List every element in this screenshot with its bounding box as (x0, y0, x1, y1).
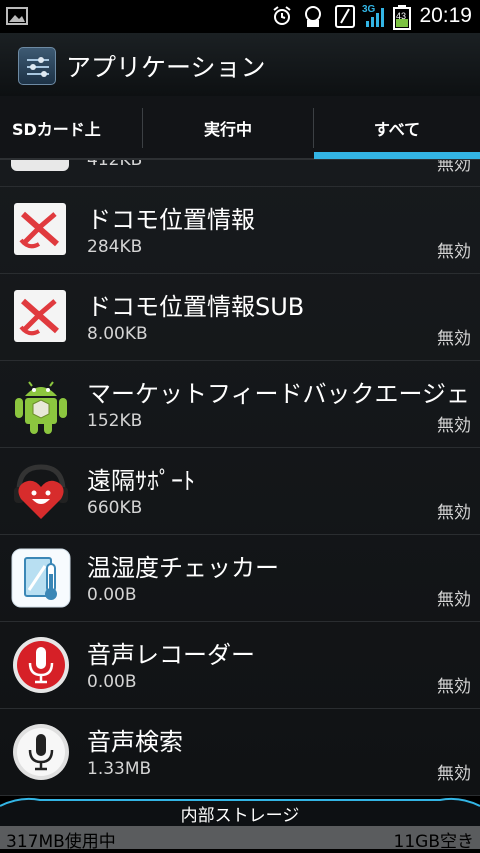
list-item[interactable]: ドコモ位置情報SUB 8.00KB 無効 (0, 274, 480, 361)
list-item[interactable]: 412KB 無効 (0, 160, 480, 187)
settings-sliders-icon[interactable] (18, 47, 56, 85)
app-name: マーケットフィードバックエージェ (87, 380, 470, 408)
voice-search-icon (11, 722, 71, 782)
app-size: 8.00KB (87, 324, 148, 344)
list-item[interactable]: マーケットフィードバックエージェ 152KB 無効 (0, 361, 480, 448)
tab-running[interactable]: 実行中 (143, 96, 313, 160)
list-item[interactable]: ドコモ位置情報 284KB 無効 (0, 187, 480, 274)
notification-icon (305, 6, 321, 27)
tab-sd-card[interactable]: SDカード上 (0, 96, 142, 160)
app-size: 284KB (87, 237, 143, 257)
app-status: 無効 (437, 764, 471, 784)
app-size: 412KB (87, 160, 143, 170)
list-item[interactable]: 音声レコーダー 0.00B 無効 (0, 622, 480, 709)
storage-free: 11GB空き (393, 832, 474, 852)
app-status: 無効 (437, 416, 471, 436)
remote-support-icon (11, 461, 71, 521)
app-name: ドコモ位置情報 (87, 206, 255, 234)
page-title: アプリケーション (66, 53, 266, 82)
app-size: 0.00B (87, 585, 137, 605)
app-name: 遠隔ｻﾎﾟｰﾄ (87, 467, 195, 495)
alarm-icon (273, 6, 291, 25)
storage-used: 317MB使用中 (6, 832, 116, 852)
app-name: 音声検索 (87, 728, 183, 756)
tab-all[interactable]: すべて (314, 96, 480, 160)
app-size: 0.00B (87, 672, 137, 692)
app-size: 1.33MB (87, 759, 152, 779)
app-status: 無効 (437, 329, 471, 349)
nfc-icon (335, 5, 355, 28)
app-name: ドコモ位置情報SUB (87, 293, 305, 321)
storage-label: 内部ストレージ (180, 806, 300, 826)
action-bar: アプリケーション (0, 33, 480, 96)
app-list[interactable]: 412KB 無効 ドコモ位置情報 284KB 無効 ドコモ位置情報SUB 8.0… (0, 160, 480, 796)
image-icon (6, 7, 28, 25)
app-status: 無効 (437, 160, 471, 175)
list-item[interactable]: 遠隔ｻﾎﾟｰﾄ 660KB 無効 (0, 448, 480, 535)
android-market-icon (11, 374, 71, 434)
app-status: 無効 (437, 677, 471, 697)
list-item[interactable]: 温湿度チェッカー 0.00B 無効 (0, 535, 480, 622)
status-bar: 3G 43 20:19 (0, 0, 480, 33)
thermometer-icon (11, 548, 71, 608)
list-item[interactable]: 音声検索 1.33MB 無効 (0, 709, 480, 796)
clock: 20:19 (419, 4, 472, 27)
signal-icon (366, 8, 384, 27)
app-size: 152KB (87, 411, 143, 431)
docomo-location-icon (11, 287, 71, 347)
partial-app-icon (11, 160, 71, 173)
storage-panel: 内部ストレージ 317MB使用中 11GB空き (0, 796, 480, 853)
app-name: 温湿度チェッカー (87, 554, 279, 582)
app-size: 660KB (87, 498, 143, 518)
selected-tab-indicator (314, 152, 480, 159)
app-status: 無効 (437, 503, 471, 523)
battery-level: 43 (396, 11, 407, 21)
app-status: 無効 (437, 242, 471, 262)
app-name: 音声レコーダー (87, 641, 255, 669)
voice-recorder-icon (11, 635, 71, 695)
tab-bar: SDカード上 実行中 すべて (0, 96, 480, 160)
app-status: 無効 (437, 590, 471, 610)
docomo-location-icon (11, 200, 71, 260)
